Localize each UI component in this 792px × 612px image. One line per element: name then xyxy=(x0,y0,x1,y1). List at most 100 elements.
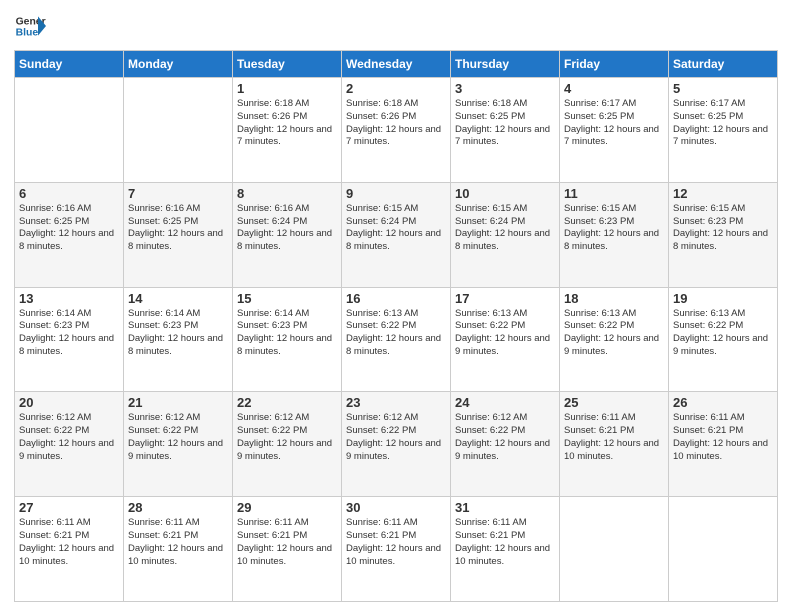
calendar-cell: 25 Sunrise: 6:11 AM Sunset: 6:21 PM Dayli… xyxy=(560,392,669,497)
calendar-cell xyxy=(124,78,233,183)
day-number: 22 xyxy=(237,395,337,410)
day-info: Sunrise: 6:11 AM Sunset: 6:21 PM Dayligh… xyxy=(455,517,555,568)
day-number: 17 xyxy=(455,291,555,306)
calendar-cell: 18 Sunrise: 6:13 AM Sunset: 6:22 PM Dayli… xyxy=(560,287,669,392)
day-info: Sunrise: 6:13 AM Sunset: 6:22 PM Dayligh… xyxy=(346,308,446,359)
header: General Blue xyxy=(14,10,778,42)
day-info: Sunrise: 6:12 AM Sunset: 6:22 PM Dayligh… xyxy=(128,412,228,463)
calendar-cell: 16 Sunrise: 6:13 AM Sunset: 6:22 PM Dayli… xyxy=(342,287,451,392)
day-info: Sunrise: 6:11 AM Sunset: 6:21 PM Dayligh… xyxy=(346,517,446,568)
day-number: 7 xyxy=(128,186,228,201)
page: General Blue SundayMondayTuesdayWednesda… xyxy=(0,0,792,612)
weekday-header-friday: Friday xyxy=(560,51,669,78)
day-info: Sunrise: 6:12 AM Sunset: 6:22 PM Dayligh… xyxy=(455,412,555,463)
weekday-header-wednesday: Wednesday xyxy=(342,51,451,78)
day-number: 29 xyxy=(237,500,337,515)
day-number: 28 xyxy=(128,500,228,515)
calendar-cell xyxy=(15,78,124,183)
logo-icon: General Blue xyxy=(14,10,46,42)
day-number: 31 xyxy=(455,500,555,515)
day-number: 25 xyxy=(564,395,664,410)
week-row-4: 27 Sunrise: 6:11 AM Sunset: 6:21 PM Dayli… xyxy=(15,497,778,602)
calendar-cell: 20Sunrise: 6:12 AM Sunset: 6:22 PM Dayli… xyxy=(15,392,124,497)
calendar-cell: 13Sunrise: 6:14 AM Sunset: 6:23 PM Dayli… xyxy=(15,287,124,392)
day-number: 10 xyxy=(455,186,555,201)
day-number: 6 xyxy=(19,186,119,201)
calendar-cell: 14 Sunrise: 6:14 AM Sunset: 6:23 PM Dayli… xyxy=(124,287,233,392)
day-info: Sunrise: 6:13 AM Sunset: 6:22 PM Dayligh… xyxy=(673,308,773,359)
week-row-3: 20Sunrise: 6:12 AM Sunset: 6:22 PM Dayli… xyxy=(15,392,778,497)
day-number: 12 xyxy=(673,186,773,201)
calendar-cell: 21 Sunrise: 6:12 AM Sunset: 6:22 PM Dayli… xyxy=(124,392,233,497)
calendar-cell: 23 Sunrise: 6:12 AM Sunset: 6:22 PM Dayli… xyxy=(342,392,451,497)
day-number: 18 xyxy=(564,291,664,306)
weekday-header-monday: Monday xyxy=(124,51,233,78)
day-number: 9 xyxy=(346,186,446,201)
day-info: Sunrise: 6:13 AM Sunset: 6:22 PM Dayligh… xyxy=(564,308,664,359)
day-info: Sunrise: 6:17 AM Sunset: 6:25 PM Dayligh… xyxy=(673,98,773,149)
calendar-cell: 5 Sunrise: 6:17 AM Sunset: 6:25 PM Daylig… xyxy=(669,78,778,183)
day-number: 11 xyxy=(564,186,664,201)
calendar-cell: 22Sunrise: 6:12 AM Sunset: 6:22 PM Dayli… xyxy=(233,392,342,497)
calendar-cell: 7 Sunrise: 6:16 AM Sunset: 6:25 PM Daylig… xyxy=(124,182,233,287)
day-info: Sunrise: 6:15 AM Sunset: 6:24 PM Dayligh… xyxy=(346,203,446,254)
calendar-table: SundayMondayTuesdayWednesdayThursdayFrid… xyxy=(14,50,778,602)
day-info: Sunrise: 6:12 AM Sunset: 6:22 PM Dayligh… xyxy=(19,412,119,463)
calendar-cell: 31 Sunrise: 6:11 AM Sunset: 6:21 PM Dayli… xyxy=(451,497,560,602)
day-info: Sunrise: 6:12 AM Sunset: 6:22 PM Dayligh… xyxy=(346,412,446,463)
day-info: Sunrise: 6:14 AM Sunset: 6:23 PM Dayligh… xyxy=(128,308,228,359)
day-number: 23 xyxy=(346,395,446,410)
day-number: 3 xyxy=(455,81,555,96)
weekday-header-tuesday: Tuesday xyxy=(233,51,342,78)
day-number: 19 xyxy=(673,291,773,306)
calendar-cell: 12 Sunrise: 6:15 AM Sunset: 6:23 PM Dayli… xyxy=(669,182,778,287)
day-number: 2 xyxy=(346,81,446,96)
calendar-cell: 27 Sunrise: 6:11 AM Sunset: 6:21 PM Dayli… xyxy=(15,497,124,602)
day-info: Sunrise: 6:15 AM Sunset: 6:23 PM Dayligh… xyxy=(673,203,773,254)
day-info: Sunrise: 6:13 AM Sunset: 6:22 PM Dayligh… xyxy=(455,308,555,359)
calendar-cell: 19 Sunrise: 6:13 AM Sunset: 6:22 PM Dayli… xyxy=(669,287,778,392)
day-number: 27 xyxy=(19,500,119,515)
day-info: Sunrise: 6:15 AM Sunset: 6:23 PM Dayligh… xyxy=(564,203,664,254)
calendar-cell: 24 Sunrise: 6:12 AM Sunset: 6:22 PM Dayli… xyxy=(451,392,560,497)
calendar-cell: 1 Sunrise: 6:18 AM Sunset: 6:26 PM Daylig… xyxy=(233,78,342,183)
day-info: Sunrise: 6:11 AM Sunset: 6:21 PM Dayligh… xyxy=(19,517,119,568)
logo: General Blue xyxy=(14,10,46,42)
day-number: 1 xyxy=(237,81,337,96)
week-row-1: 6 Sunrise: 6:16 AM Sunset: 6:25 PM Daylig… xyxy=(15,182,778,287)
day-number: 21 xyxy=(128,395,228,410)
day-info: Sunrise: 6:18 AM Sunset: 6:26 PM Dayligh… xyxy=(237,98,337,149)
day-number: 4 xyxy=(564,81,664,96)
calendar-cell: 29 Sunrise: 6:11 AM Sunset: 6:21 PM Dayli… xyxy=(233,497,342,602)
day-number: 16 xyxy=(346,291,446,306)
calendar-cell: 28Sunrise: 6:11 AM Sunset: 6:21 PM Dayli… xyxy=(124,497,233,602)
weekday-header-sunday: Sunday xyxy=(15,51,124,78)
calendar-cell: 11 Sunrise: 6:15 AM Sunset: 6:23 PM Dayli… xyxy=(560,182,669,287)
day-info: Sunrise: 6:16 AM Sunset: 6:25 PM Dayligh… xyxy=(19,203,119,254)
calendar-cell: 4 Sunrise: 6:17 AM Sunset: 6:25 PM Daylig… xyxy=(560,78,669,183)
calendar-cell: 2 Sunrise: 6:18 AM Sunset: 6:26 PM Daylig… xyxy=(342,78,451,183)
day-info: Sunrise: 6:14 AM Sunset: 6:23 PM Dayligh… xyxy=(237,308,337,359)
day-number: 8 xyxy=(237,186,337,201)
day-number: 5 xyxy=(673,81,773,96)
weekday-header-row: SundayMondayTuesdayWednesdayThursdayFrid… xyxy=(15,51,778,78)
day-number: 14 xyxy=(128,291,228,306)
calendar-cell: 30 Sunrise: 6:11 AM Sunset: 6:21 PM Dayli… xyxy=(342,497,451,602)
day-number: 13 xyxy=(19,291,119,306)
day-number: 24 xyxy=(455,395,555,410)
svg-text:Blue: Blue xyxy=(16,28,39,39)
day-number: 30 xyxy=(346,500,446,515)
day-info: Sunrise: 6:16 AM Sunset: 6:24 PM Dayligh… xyxy=(237,203,337,254)
day-info: Sunrise: 6:18 AM Sunset: 6:25 PM Dayligh… xyxy=(455,98,555,149)
calendar-cell: 26Sunrise: 6:11 AM Sunset: 6:21 PM Dayli… xyxy=(669,392,778,497)
week-row-0: 1 Sunrise: 6:18 AM Sunset: 6:26 PM Daylig… xyxy=(15,78,778,183)
day-info: Sunrise: 6:11 AM Sunset: 6:21 PM Dayligh… xyxy=(564,412,664,463)
calendar-cell: 10 Sunrise: 6:15 AM Sunset: 6:24 PM Dayli… xyxy=(451,182,560,287)
day-info: Sunrise: 6:15 AM Sunset: 6:24 PM Dayligh… xyxy=(455,203,555,254)
day-info: Sunrise: 6:17 AM Sunset: 6:25 PM Dayligh… xyxy=(564,98,664,149)
day-info: Sunrise: 6:16 AM Sunset: 6:25 PM Dayligh… xyxy=(128,203,228,254)
calendar-cell: 8 Sunrise: 6:16 AM Sunset: 6:24 PM Daylig… xyxy=(233,182,342,287)
day-info: Sunrise: 6:18 AM Sunset: 6:26 PM Dayligh… xyxy=(346,98,446,149)
day-info: Sunrise: 6:11 AM Sunset: 6:21 PM Dayligh… xyxy=(237,517,337,568)
calendar-cell: 6 Sunrise: 6:16 AM Sunset: 6:25 PM Daylig… xyxy=(15,182,124,287)
